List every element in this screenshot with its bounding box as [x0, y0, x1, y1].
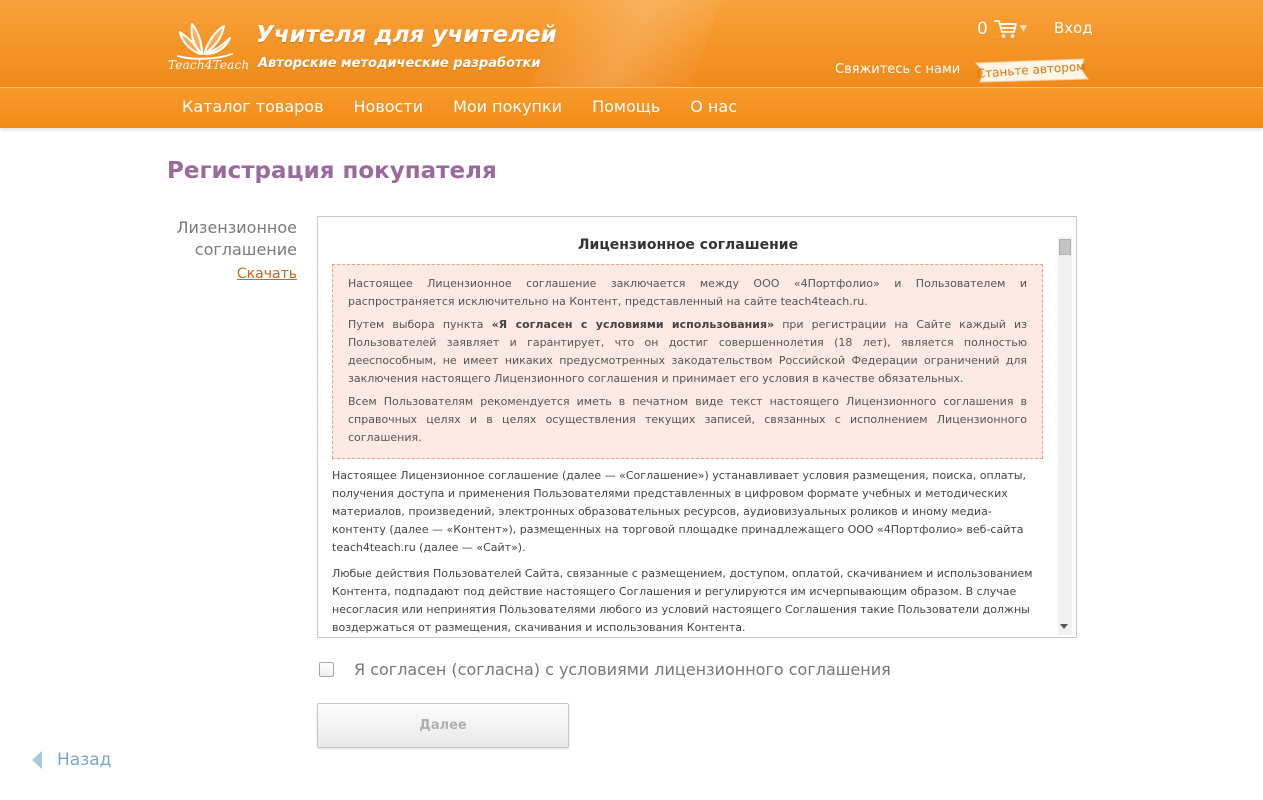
agree-row: Я согласен (согласна) с условиями лиценз…: [319, 658, 891, 680]
back-link[interactable]: Назад: [32, 749, 111, 771]
body-paragraph: Настоящее Лицензионное соглашение (далее…: [332, 469, 1027, 554]
cart-button[interactable]: 0 ▼: [977, 18, 1027, 40]
scroll-down-arrow-icon[interactable]: [1060, 624, 1068, 629]
scrollbar[interactable]: [1058, 237, 1072, 635]
logo-text: Teach4Teach: [168, 58, 250, 72]
nav-items: Каталог товаров Новости Мои покупки Помо…: [167, 88, 752, 128]
nav-item-catalog[interactable]: Каталог товаров: [167, 88, 339, 128]
agree-label[interactable]: Я согласен (согласна) с условиями лиценз…: [354, 660, 891, 679]
page-title: Регистрация покупателя: [167, 158, 497, 184]
nav-item-purchases[interactable]: Мои покупки: [438, 88, 577, 128]
main-nav: Каталог товаров Новости Мои покупки Помо…: [0, 87, 1263, 128]
nav-item-help[interactable]: Помощь: [577, 88, 675, 128]
notice-paragraph: Настоящее Лицензионное соглашение заключ…: [348, 277, 1027, 308]
agree-checkbox[interactable]: [319, 661, 334, 677]
back-arrow-icon: [32, 751, 42, 769]
notice-paragraph: Путем выбора пункта «Я согласен с услови…: [348, 316, 1027, 388]
body-paragraph: Любые действия Пользователей Сайта, связ…: [332, 567, 1033, 634]
nav-item-about[interactable]: О нас: [675, 88, 752, 128]
cart-icon: [993, 20, 1017, 38]
nav-item-news[interactable]: Новости: [339, 88, 439, 128]
agreement-notice: Настоящее Лицензионное соглашение заключ…: [332, 264, 1043, 459]
site-header: Teach4Teach Учителя для учителей Авторск…: [0, 0, 1263, 87]
contact-link[interactable]: Свяжитесь с нами: [835, 62, 960, 77]
login-link[interactable]: Вход: [1054, 19, 1093, 37]
agreement-title: Лицензионное соглашение: [577, 237, 799, 253]
agreement-scroll-box[interactable]: Лицензионное соглашение Настоящее Лиценз…: [317, 216, 1077, 638]
notice-paragraph: Всем Пользователям рекомендуется иметь в…: [348, 395, 1027, 444]
become-author-button[interactable]: Станьте автором: [972, 57, 1090, 83]
notice-bold-text: «Я согласен с условиями использования»: [491, 318, 775, 331]
chevron-down-icon: ▼: [1019, 24, 1027, 34]
scroll-thumb[interactable]: [1059, 239, 1071, 255]
download-link[interactable]: Скачать: [140, 266, 297, 282]
agreement-content: Лицензионное соглашение Настоящее Лиценз…: [332, 217, 1044, 637]
back-label: Назад: [57, 750, 112, 770]
agreement-body: Настоящее Лицензионное соглашение (далее…: [332, 467, 1044, 637]
cart-count: 0: [977, 19, 988, 39]
site-subtitle: Авторские методические разработки: [258, 56, 541, 71]
next-button[interactable]: Далее: [317, 703, 569, 748]
notice-text: Путем выбора пункта: [348, 318, 492, 331]
site-title[interactable]: Учителя для учителей: [256, 22, 557, 48]
agreement-side-label: Лизензионное соглашение: [176, 218, 298, 259]
